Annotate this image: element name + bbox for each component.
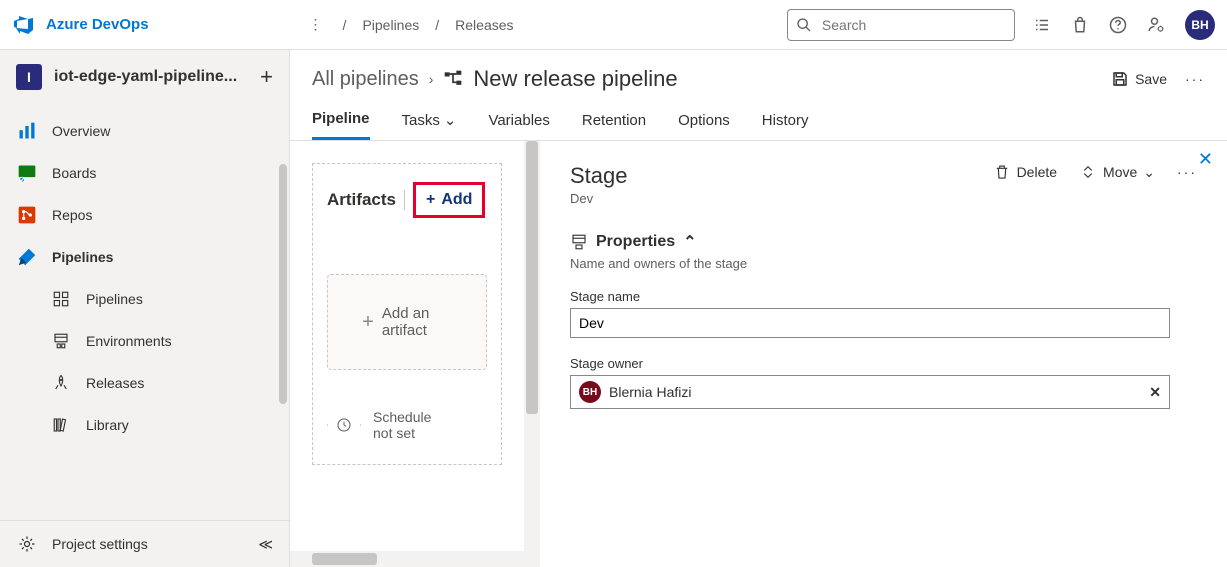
- properties-description: Name and owners of the stage: [570, 256, 1197, 271]
- search-box[interactable]: [787, 9, 1015, 41]
- page-title: New release pipeline: [443, 66, 677, 92]
- project-name: iot-edge-yaml-pipeline...: [54, 68, 248, 86]
- tab-history[interactable]: History: [762, 112, 809, 139]
- azure-devops-icon: [12, 13, 36, 37]
- project-icon: I: [16, 64, 42, 90]
- top-icons: BH: [1033, 10, 1215, 40]
- tab-options[interactable]: Options: [678, 112, 730, 139]
- delete-stage-button[interactable]: Delete: [993, 163, 1057, 181]
- save-icon: [1111, 70, 1129, 88]
- boards-icon: [16, 162, 38, 184]
- brand-area[interactable]: Azure DevOps: [12, 13, 149, 37]
- add-artifact-placeholder[interactable]: + Add an artifact: [327, 274, 487, 370]
- plus-icon: +: [426, 191, 435, 209]
- sidebar-item-pipelines[interactable]: Pipelines: [0, 236, 289, 278]
- tabs-row: Pipeline Tasks⌄ Variables Retention Opti…: [290, 96, 1227, 141]
- shopping-bag-icon[interactable]: [1071, 16, 1089, 34]
- tab-pipeline[interactable]: Pipeline: [312, 110, 370, 140]
- close-icon[interactable]: ✕: [1198, 149, 1213, 170]
- search-input[interactable]: [820, 16, 1006, 34]
- owner-avatar: BH: [579, 381, 601, 403]
- move-stage-button[interactable]: Move ⌄: [1079, 163, 1155, 181]
- gear-icon: [16, 533, 38, 555]
- tab-tasks[interactable]: Tasks⌄: [402, 111, 457, 139]
- stage-name-label: Stage name: [570, 289, 1197, 304]
- sidebar-item-overview[interactable]: Overview: [0, 110, 289, 152]
- artifacts-header: Artifacts + Add: [327, 182, 487, 218]
- stage-heading: Stage: [570, 163, 628, 189]
- sidebar-item-releases[interactable]: Releases: [0, 362, 289, 404]
- top-bar: Azure DevOps ⋮ / Pipelines / Releases BH: [0, 0, 1227, 50]
- main-area: All pipelines › New release pipeline Sav…: [290, 50, 1227, 567]
- sidebar: I iot-edge-yaml-pipeline... + Overview B…: [0, 50, 290, 567]
- canvas-scrollbar-vertical[interactable]: [524, 141, 540, 567]
- search-icon: [796, 16, 812, 34]
- releases-icon: [50, 372, 72, 394]
- repos-icon: [16, 204, 38, 226]
- breadcrumb-releases[interactable]: Releases: [455, 17, 513, 33]
- project-selector[interactable]: I iot-edge-yaml-pipeline... +: [0, 50, 289, 104]
- chevron-up-icon: ⌃: [683, 232, 696, 252]
- chevron-down-icon: ⌄: [444, 111, 457, 129]
- pipelines-icon: [16, 246, 38, 268]
- schedule-row[interactable]: Schedule not set: [327, 408, 487, 442]
- stage-name-display: Dev: [570, 191, 628, 206]
- help-icon[interactable]: [1109, 16, 1127, 34]
- sidebar-nav: Overview Boards Repos Pipelines Pipeline…: [0, 104, 289, 520]
- clear-owner-icon[interactable]: ✕: [1149, 384, 1161, 401]
- sidebar-scrollbar[interactable]: [279, 164, 287, 404]
- library-icon: [50, 414, 72, 436]
- pipelines-sub-icon: [50, 288, 72, 310]
- tab-variables[interactable]: Variables: [488, 112, 549, 139]
- breadcrumb-pipelines[interactable]: Pipelines: [362, 17, 419, 33]
- vertical-dots-icon[interactable]: ⋮: [301, 16, 331, 33]
- add-artifact-button[interactable]: + Add: [413, 182, 485, 218]
- all-pipelines-link[interactable]: All pipelines: [312, 68, 419, 90]
- add-project-button[interactable]: +: [260, 64, 273, 90]
- sidebar-item-environments[interactable]: Environments: [0, 320, 289, 362]
- properties-icon: [570, 233, 588, 251]
- chevron-right-icon: ›: [429, 71, 434, 87]
- plus-icon: +: [362, 311, 374, 334]
- clock-icon: [327, 408, 361, 442]
- user-settings-icon[interactable]: [1147, 16, 1165, 34]
- brand-label: Azure DevOps: [46, 16, 149, 33]
- stage-details-panel: ✕ Stage Dev Delete Move: [540, 141, 1227, 567]
- chevron-down-icon: ⌄: [1143, 164, 1155, 181]
- move-icon: [1079, 163, 1097, 181]
- tab-retention[interactable]: Retention: [582, 112, 646, 139]
- release-title-icon: [443, 69, 463, 89]
- user-avatar[interactable]: BH: [1185, 10, 1215, 40]
- sidebar-item-library[interactable]: Library: [0, 404, 289, 446]
- checklist-icon[interactable]: [1033, 16, 1051, 34]
- top-breadcrumb: / Pipelines / Releases: [331, 17, 514, 33]
- more-actions-icon[interactable]: ···: [1185, 71, 1205, 87]
- stage-owner-field[interactable]: BH Blernia Hafizi ✕: [570, 375, 1170, 409]
- overview-icon: [16, 120, 38, 142]
- sidebar-item-repos[interactable]: Repos: [0, 194, 289, 236]
- artifacts-title: Artifacts: [327, 190, 405, 210]
- sidebar-item-pipelines-sub[interactable]: Pipelines: [0, 278, 289, 320]
- title-row: All pipelines › New release pipeline Sav…: [290, 50, 1227, 96]
- trash-icon: [993, 163, 1011, 181]
- project-settings[interactable]: Project settings ≪: [0, 520, 289, 567]
- stage-name-input[interactable]: [570, 308, 1170, 338]
- save-button[interactable]: Save: [1111, 70, 1167, 88]
- owner-name: Blernia Hafizi: [609, 384, 691, 400]
- properties-toggle[interactable]: Properties ⌃: [570, 232, 1197, 252]
- stage-owner-label: Stage owner: [570, 356, 1197, 371]
- collapse-chevron-icon[interactable]: ≪: [258, 536, 273, 553]
- artifacts-panel: Artifacts + Add + Add an artifact: [312, 163, 502, 465]
- environments-icon: [50, 330, 72, 352]
- pipeline-canvas: Artifacts + Add + Add an artifact: [290, 141, 540, 567]
- sidebar-item-boards[interactable]: Boards: [0, 152, 289, 194]
- more-actions-icon[interactable]: ···: [1177, 164, 1197, 180]
- canvas-scrollbar-horizontal[interactable]: [290, 551, 540, 567]
